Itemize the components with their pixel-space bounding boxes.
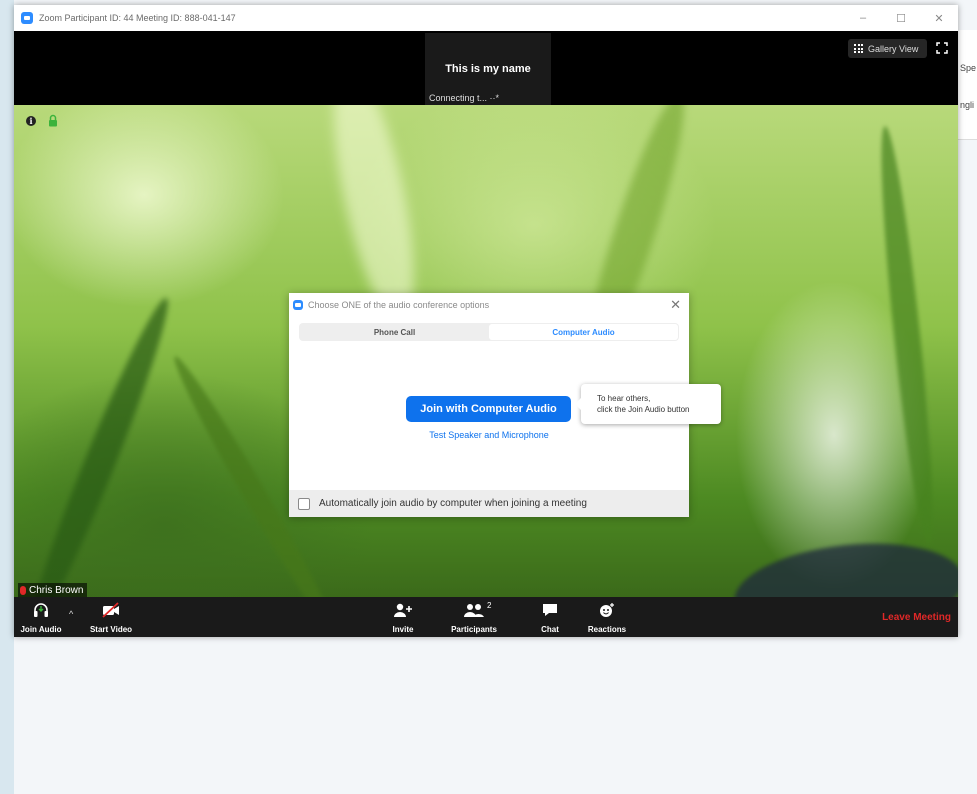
grass-blade <box>17 292 181 597</box>
fullscreen-icon[interactable] <box>936 42 948 54</box>
meeting-toolbar: Join Audio ^ Start Video Invite Particip… <box>14 597 958 637</box>
video-participant-name: Chris Brown <box>29 584 84 596</box>
dialog-header: Choose ONE of the audio conference optio… <box>289 293 689 317</box>
chat-label: Chat <box>541 625 559 634</box>
gallery-view-button[interactable]: Gallery View <box>848 39 927 58</box>
invite-button[interactable]: Invite <box>384 597 422 637</box>
tab-phone-call[interactable]: Phone Call <box>300 324 489 340</box>
start-video-label: Start Video <box>89 625 133 634</box>
add-person-icon <box>394 603 412 617</box>
chat-icon <box>543 604 557 616</box>
join-computer-audio-button[interactable]: Join with Computer Audio <box>406 396 571 422</box>
gallery-view-label: Gallery View <box>868 43 919 54</box>
dialog-footer: Automatically join audio by computer whe… <box>289 490 689 517</box>
background-text: Spe <box>960 63 977 73</box>
desktop-left-strip <box>0 0 14 794</box>
connecting-status: Connecting t... ··* <box>429 93 500 103</box>
tab-computer-audio[interactable]: Computer Audio <box>489 324 678 340</box>
grass-blade <box>872 124 942 546</box>
participants-label: Participants <box>451 625 497 634</box>
headphones-icon <box>34 603 48 617</box>
info-icon[interactable]: i <box>26 116 36 126</box>
chevron-up-icon[interactable]: ^ <box>69 609 73 619</box>
dark-object <box>729 533 958 597</box>
participants-count: 2 <box>487 601 492 610</box>
dialog-close-icon[interactable]: ✕ <box>670 297 681 313</box>
participant-tile[interactable]: This is my name Connecting t... ··* <box>425 33 551 105</box>
title-bar: Zoom Participant ID: 44 Meeting ID: 888-… <box>14 5 958 31</box>
join-audio-tooltip: To hear others, click the Join Audio but… <box>575 384 721 424</box>
window-controls: – ☐ ✕ <box>844 5 958 31</box>
test-speaker-microphone-link[interactable]: Test Speaker and Microphone <box>289 430 689 440</box>
video-name-label: Chris Brown <box>18 583 88 597</box>
zoom-app-icon <box>21 12 33 24</box>
participants-icon <box>464 604 484 617</box>
background-text: ngli <box>960 100 975 110</box>
window-title: Zoom Participant ID: 44 Meeting ID: 888-… <box>39 13 236 23</box>
join-audio-button[interactable]: Join Audio <box>18 597 64 637</box>
participant-name: This is my name <box>445 63 531 75</box>
video-off-icon <box>102 602 119 618</box>
minimize-button[interactable]: – <box>844 5 882 31</box>
top-video-strip: This is my name Connecting t... ··* Gall… <box>14 31 958 105</box>
reactions-button[interactable]: Reactions <box>582 597 632 637</box>
join-audio-label: Join Audio <box>20 625 62 634</box>
tooltip-line-1: To hear others, <box>597 394 651 403</box>
zoom-app-icon <box>293 300 303 310</box>
start-video-button[interactable]: Start Video <box>86 597 136 637</box>
auto-join-checkbox[interactable] <box>298 497 310 510</box>
zoom-meeting-window: Zoom Participant ID: 44 Meeting ID: 888-… <box>14 5 958 637</box>
audio-option-tabs: Phone Call Computer Audio <box>299 323 679 341</box>
participants-button[interactable]: Participants <box>444 597 504 637</box>
muted-mic-icon <box>20 585 26 595</box>
invite-label: Invite <box>392 625 414 634</box>
lock-icon[interactable] <box>48 114 58 127</box>
dialog-title: Choose ONE of the audio conference optio… <box>308 300 490 310</box>
leave-meeting-button[interactable]: Leave Meeting <box>882 612 951 623</box>
background-window-edge: Spe ngli <box>958 30 977 140</box>
maximize-button[interactable]: ☐ <box>882 5 920 31</box>
chat-button[interactable]: Chat <box>530 597 570 637</box>
close-button[interactable]: ✕ <box>920 5 958 31</box>
auto-join-label[interactable]: Automatically join audio by computer whe… <box>319 498 587 509</box>
reactions-label: Reactions <box>587 625 627 634</box>
grid-icon <box>854 44 863 53</box>
smiley-icon <box>600 603 614 617</box>
tooltip-line-2: click the Join Audio button <box>597 405 690 414</box>
